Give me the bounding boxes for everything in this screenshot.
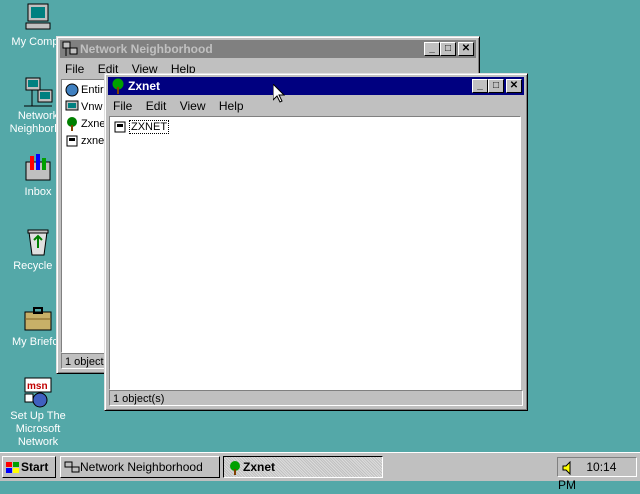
maximize-button[interactable]: □	[440, 42, 456, 56]
start-label: Start	[21, 460, 49, 474]
list-item-zxnet-share[interactable]: ZXNET	[113, 119, 170, 135]
tree-icon	[110, 78, 126, 94]
window-title: Zxnet	[128, 79, 161, 93]
briefcase-icon	[22, 302, 54, 334]
server-icon	[65, 134, 79, 148]
title-bar[interactable]: Network Neighborhood _ □ ✕	[60, 40, 476, 58]
globe-icon	[65, 83, 79, 97]
minimize-button[interactable]: _	[424, 42, 440, 56]
title-bar[interactable]: Zxnet _ □ ✕	[108, 77, 524, 95]
computer-icon	[22, 2, 54, 34]
server-icon	[113, 120, 127, 134]
windows-logo-icon	[5, 461, 21, 475]
taskbar: Start Network Neighborhood Zxnet 10:14 P…	[0, 452, 640, 492]
menu-help[interactable]: Help	[219, 99, 244, 113]
menu-file[interactable]: File	[65, 62, 84, 76]
network-icon	[22, 76, 54, 108]
list-item-vnw[interactable]: Vnw	[65, 99, 102, 115]
menu-view[interactable]: View	[180, 99, 206, 113]
inbox-icon	[22, 152, 54, 184]
network-icon	[64, 461, 80, 475]
desktop-icon-label: Microsoft	[15, 423, 61, 435]
svg-text:msn: msn	[27, 381, 48, 392]
menu-bar: File Edit View Help	[109, 97, 250, 115]
file-list[interactable]: ZXNET	[109, 116, 521, 390]
system-tray: 10:14 PM	[557, 457, 637, 492]
window-title: Network Neighborhood	[80, 42, 213, 56]
desktop-icon-label: Network	[17, 436, 59, 448]
recycle-bin-icon	[22, 226, 54, 258]
msn-icon: msn	[22, 376, 54, 408]
status-bar: 1 object(s)	[109, 390, 523, 406]
tree-icon	[65, 117, 79, 132]
computer-icon	[65, 100, 79, 114]
desktop-icon-msn-setup[interactable]: msn Set Up The Microsoft Network	[0, 376, 76, 449]
mouse-cursor	[272, 82, 286, 103]
close-button[interactable]: ✕	[458, 42, 474, 56]
menu-file[interactable]: File	[113, 99, 132, 113]
list-item-zxnet-computer[interactable]: zxnet	[65, 133, 107, 149]
minimize-button[interactable]: _	[472, 79, 488, 93]
desktop-icon-label: Set Up The	[10, 410, 66, 422]
speaker-icon[interactable]	[561, 460, 577, 476]
taskbar-item-zxnet[interactable]: Zxnet	[223, 456, 383, 478]
maximize-button[interactable]: □	[488, 79, 504, 93]
network-icon	[62, 41, 78, 57]
list-item-zxnet-workgroup[interactable]: Zxne	[65, 116, 105, 132]
menu-edit[interactable]: Edit	[146, 99, 167, 113]
tree-icon	[227, 460, 243, 475]
zxnet-window[interactable]: Zxnet _ □ ✕ File Edit View Help ZXNET 1 …	[104, 73, 528, 411]
taskbar-item-network-neighborhood[interactable]: Network Neighborhood	[60, 456, 220, 478]
start-button[interactable]: Start	[2, 456, 56, 478]
close-button[interactable]: ✕	[506, 79, 522, 93]
